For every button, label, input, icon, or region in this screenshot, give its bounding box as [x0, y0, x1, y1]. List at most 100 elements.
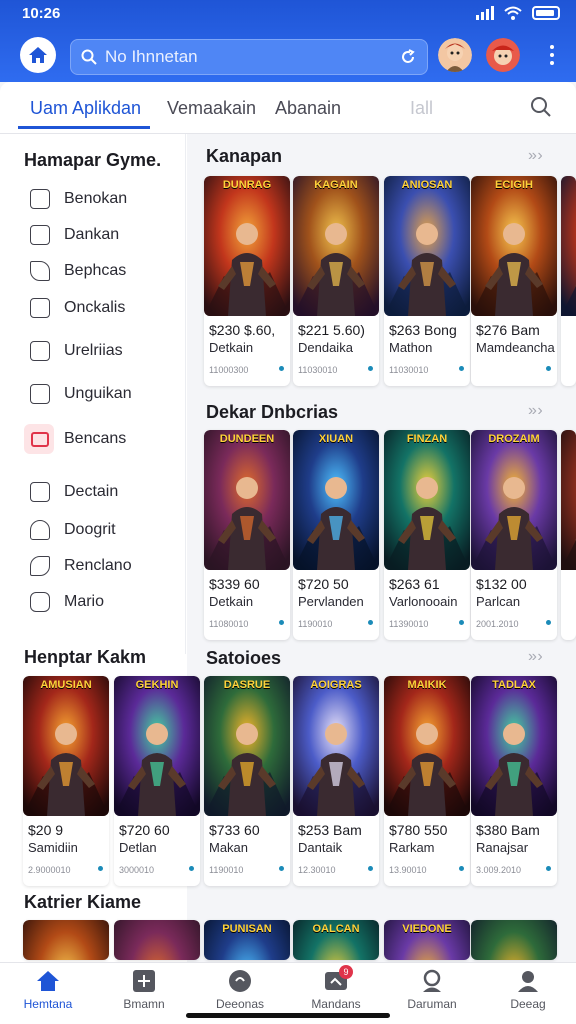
game-price: $720 60 — [119, 822, 170, 838]
avatar[interactable] — [438, 38, 472, 72]
search-input[interactable] — [105, 47, 385, 67]
game-name: Ranajsar — [476, 840, 529, 855]
game-card[interactable]: OALCAN — [293, 920, 379, 960]
game-cover-title: AMUSIAN — [40, 679, 92, 691]
game-cover-title: VIEDONE — [402, 923, 452, 935]
dpad-icon — [30, 592, 50, 612]
sidebar-item[interactable]: Unguikan — [24, 379, 174, 409]
avatar[interactable] — [486, 38, 520, 72]
tab-iall[interactable]: Iall — [410, 98, 433, 119]
download-icon — [189, 866, 194, 871]
tab-apps[interactable]: Uam Aplikdan — [30, 98, 141, 119]
game-cover-image: DROZAIM — [471, 430, 557, 570]
nav-profile[interactable]: Deeag — [480, 969, 576, 1011]
signal-icon — [476, 6, 494, 20]
game-card[interactable] — [23, 920, 109, 960]
game-cover-title: DUNDEEN — [219, 433, 275, 445]
game-card[interactable] — [561, 176, 576, 386]
sidebar-item[interactable]: Dectain — [24, 477, 174, 507]
download-icon — [546, 620, 551, 625]
home-icon — [37, 971, 59, 991]
game-card[interactable]: DROZAIM $132 00 Parlcan 2001.2010 — [471, 430, 557, 640]
person-icon — [423, 969, 441, 992]
chevron-right-icon[interactable]: » › — [528, 402, 543, 420]
game-price: $380 Bam — [476, 822, 540, 838]
game-card[interactable] — [114, 920, 200, 960]
game-card[interactable]: KAGAIN $221 5.60) Dendaika 11030010 — [293, 176, 379, 386]
sidebar-item[interactable]: Bephcas — [24, 256, 174, 286]
section-title: Satoioes — [206, 648, 282, 668]
sidebar-item[interactable]: Urelriias — [24, 336, 174, 366]
sidebar-item[interactable]: Dankan — [24, 220, 174, 250]
tab-vemaakain[interactable]: Vemaakain — [167, 98, 256, 119]
nav-messages[interactable]: 9 Mandans — [288, 965, 384, 1011]
sidebar-item[interactable]: Doogrit — [24, 515, 174, 545]
chevron-right-icon[interactable]: » › — [528, 648, 543, 666]
sidebar-item[interactable]: Mario — [24, 587, 174, 617]
profile-icon — [518, 971, 538, 992]
game-price: $263 Bong — [389, 322, 457, 338]
status-bar: 10:26 — [0, 0, 576, 28]
game-card[interactable]: ANIOSAN $263 Bong Mathon 11030010 — [384, 176, 470, 386]
plus-box-icon — [133, 970, 155, 992]
game-name: Varlonooain — [389, 594, 458, 609]
game-cover-title: GEKHIN — [135, 679, 179, 691]
tab-abanain[interactable]: Abanain — [275, 98, 341, 119]
refresh-icon[interactable] — [399, 48, 417, 66]
grid-icon — [30, 384, 50, 404]
nav-browse[interactable]: Bmamn — [96, 969, 192, 1011]
leaf-icon — [30, 556, 50, 576]
game-card[interactable]: DUNDEEN $339 60 Detkain 11080010 — [204, 430, 290, 640]
game-card[interactable]: MAIKIK $780 550 Rarkam 13.90010 — [384, 676, 470, 886]
game-price: $720 50 — [298, 576, 349, 592]
download-icon — [459, 866, 464, 871]
chevron-right-icon[interactable]: » › — [528, 147, 543, 165]
game-card[interactable]: TADLAX $380 Bam Ranajsar 3.009.2010 — [471, 676, 557, 886]
game-price: $733 60 — [209, 822, 260, 838]
game-card[interactable]: DASRUE $733 60 Makan 1190010 — [204, 676, 290, 886]
box-icon — [30, 298, 50, 318]
game-cover-image: DUNRAG — [204, 176, 290, 316]
game-name: Makan — [209, 840, 249, 855]
game-card[interactable]: VIEDONE — [384, 920, 470, 960]
sidebar-item[interactable]: Benokan — [24, 184, 174, 214]
game-name: Rarkam — [389, 840, 435, 855]
game-price: $230 $.60, — [209, 322, 276, 338]
section-title: Henptar Kakm — [24, 647, 147, 667]
download-icon — [459, 366, 464, 371]
sidebar-item[interactable]: Renclano — [24, 551, 174, 581]
search-icon[interactable] — [530, 96, 552, 118]
game-price: $276 Bam — [476, 322, 540, 338]
game-card[interactable]: AOIGRAS $253 Bam Dantaik 12.30010 — [293, 676, 379, 886]
search-icon — [81, 49, 97, 65]
game-cover-title: KAGAIN — [314, 179, 358, 191]
home-icon — [29, 47, 47, 63]
more-options-icon[interactable] — [550, 45, 554, 65]
search-bar[interactable] — [70, 39, 428, 75]
game-name: Dendaika — [298, 340, 353, 355]
game-card[interactable] — [561, 430, 576, 640]
game-card[interactable]: AMUSIAN $20 9 Samidiin 2.9000010 — [23, 676, 109, 886]
game-cover-title: ECIGIH — [495, 179, 533, 191]
nav-home[interactable]: Hemtana — [0, 969, 96, 1011]
game-cover-image: DASRUE — [204, 676, 290, 816]
game-card[interactable]: FINZAN $263 61 Varlonooain 11390010 — [384, 430, 470, 640]
game-card[interactable]: PUNISAN — [204, 920, 290, 960]
game-cover-image: XIUAN — [293, 430, 379, 570]
game-card[interactable]: ECIGIH $276 Bam Mamdeancha — [471, 176, 557, 386]
home-button[interactable] — [20, 37, 56, 73]
game-cover-image — [471, 920, 557, 960]
game-meta: 2.9000010 — [28, 865, 71, 875]
game-card[interactable] — [471, 920, 557, 960]
battery-icon — [532, 6, 560, 20]
sidebar-item-selected[interactable]: Bencans — [24, 424, 174, 454]
notification-badge: 9 — [339, 965, 353, 979]
game-card[interactable]: GEKHIN $720 60 Detlan 3000010 — [114, 676, 200, 886]
nav-chat[interactable]: Deeonas — [192, 969, 288, 1011]
game-card[interactable]: XIUAN $720 50 Pervlanden 1190010 — [293, 430, 379, 640]
game-card[interactable]: DUNRAG $230 $.60, Detkain 11000300 — [204, 176, 290, 386]
sidebar-item[interactable]: Onckalis — [24, 293, 174, 323]
nav-people[interactable]: Daruman — [384, 969, 480, 1011]
game-price: $221 5.60) — [298, 322, 365, 338]
game-cover-image: VIEDONE — [384, 920, 470, 960]
